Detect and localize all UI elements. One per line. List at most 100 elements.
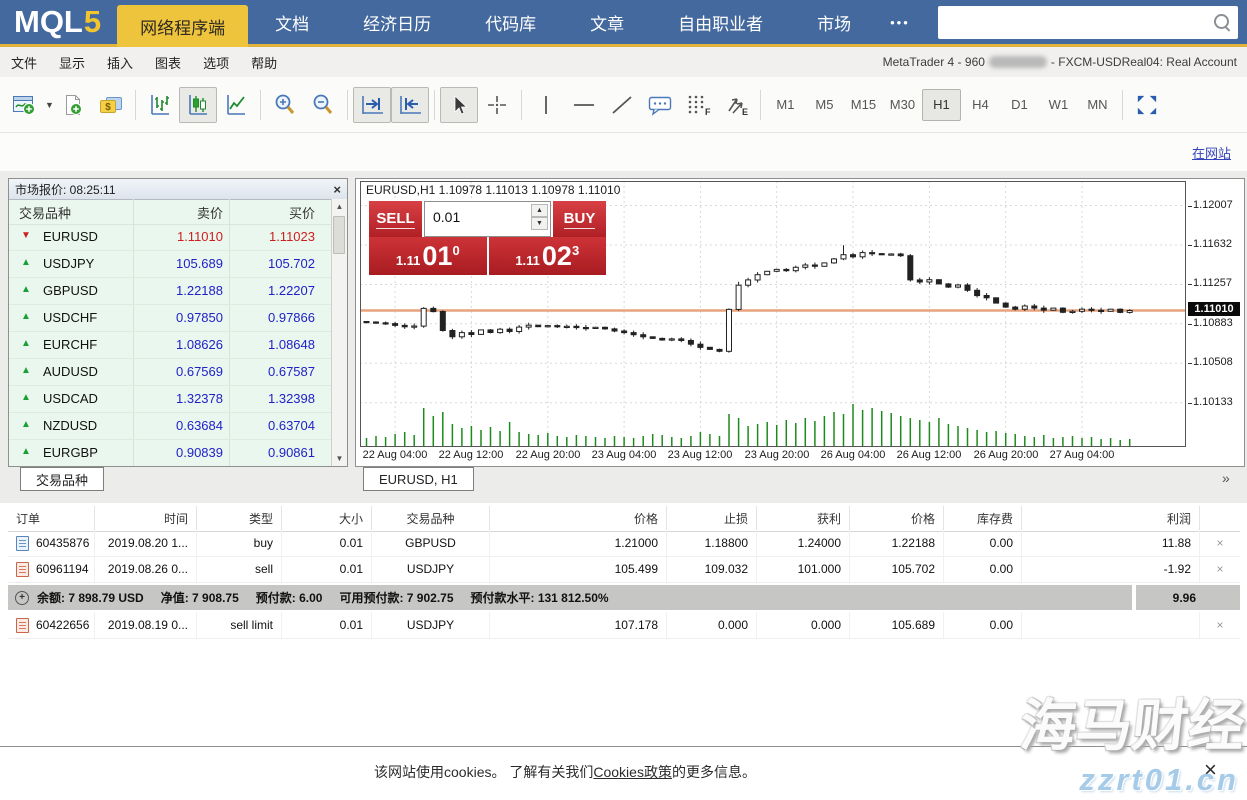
crosshair-button[interactable]: [478, 87, 516, 123]
menu-帮助[interactable]: 帮助: [240, 53, 288, 72]
search-box[interactable]: [938, 6, 1238, 39]
tabs-more-icon[interactable]: »: [1222, 470, 1230, 486]
orders-column-header[interactable]: 时间: [95, 506, 197, 531]
trendline-button[interactable]: [603, 87, 641, 123]
search-input[interactable]: [944, 10, 1206, 36]
chart-panel[interactable]: EURUSD,H1 1.10978 1.11013 1.10978 1.1101…: [355, 178, 1245, 467]
nav-item-经济日历[interactable]: 经济日历: [336, 0, 458, 44]
zoom-in-button[interactable]: [266, 87, 304, 123]
tab-chart-eurusd-h1[interactable]: EURUSD, H1: [363, 467, 474, 491]
close-order-icon[interactable]: ×: [1216, 562, 1223, 576]
nav-item-文章[interactable]: 文章: [563, 0, 651, 44]
menu-显示[interactable]: 显示: [48, 53, 96, 72]
timeframe-M15[interactable]: M15: [844, 89, 883, 121]
indicators-button[interactable]: F: [679, 87, 717, 123]
orders-column-header[interactable]: 获利: [757, 506, 850, 531]
candlestick-chart-button[interactable]: [179, 87, 217, 123]
market-watch-row-NZDUSD[interactable]: ▲NZDUSD0.636840.63704: [9, 413, 332, 440]
arrow-up-icon: ▲: [21, 257, 31, 268]
fullscreen-button[interactable]: [1128, 87, 1166, 123]
volume-increase-icon[interactable]: ▲: [531, 204, 548, 217]
cookies-policy-link[interactable]: Cookies政策: [593, 764, 672, 780]
nav-item-代码库[interactable]: 代码库: [458, 0, 563, 44]
nav-item-more[interactable]: •••: [878, 0, 922, 44]
market-watch-scrollbar[interactable]: ▲ ▼: [331, 199, 347, 466]
orders-column-header[interactable]: 价格: [490, 506, 667, 531]
objects-button[interactable]: E: [717, 87, 755, 123]
line-chart-button[interactable]: [217, 87, 255, 123]
horizontal-line-button[interactable]: [565, 87, 603, 123]
mql5-logo[interactable]: MQL 5: [0, 0, 117, 44]
orders-column-header[interactable]: 类型: [197, 506, 282, 531]
scrollbar-thumb[interactable]: [333, 216, 345, 254]
order-row-60435876[interactable]: 604358762019.08.20 1...buy0.01GBPUSD1.21…: [8, 530, 1240, 557]
expand-balance-icon[interactable]: +: [15, 591, 29, 605]
tab-market-watch[interactable]: 交易品种: [20, 467, 104, 491]
nav-item-文档[interactable]: 文档: [248, 0, 336, 44]
menu-图表[interactable]: 图表: [144, 53, 192, 72]
scroll-up-icon[interactable]: ▲: [332, 199, 347, 214]
text-label-button[interactable]: [641, 87, 679, 123]
orders-column-header[interactable]: 交易品种: [372, 506, 490, 531]
volume-input[interactable]: [431, 208, 525, 226]
orders-column-header[interactable]: [1200, 506, 1240, 531]
timeframe-H1[interactable]: H1: [922, 89, 961, 121]
buy-button[interactable]: BUY: [553, 201, 606, 237]
order-row-60422656[interactable]: 604226562019.08.19 0...sell limit0.01USD…: [8, 612, 1240, 639]
orders-column-header[interactable]: 止损: [667, 506, 757, 531]
timeframe-M30[interactable]: M30: [883, 89, 922, 121]
auto-scroll-button[interactable]: [353, 87, 391, 123]
new-chart-dropdown-caret[interactable]: ▼: [45, 100, 54, 110]
market-watch-row-USDCAD[interactable]: ▲USDCAD1.323781.32398: [9, 386, 332, 413]
orders-column-header[interactable]: 库存费: [944, 506, 1022, 531]
market-watch-row-GBPUSD[interactable]: ▲GBPUSD1.221881.22207: [9, 278, 332, 305]
nav-item-自由职业者[interactable]: 自由职业者: [651, 0, 790, 44]
cursor-button[interactable]: [440, 87, 478, 123]
orders-column-header[interactable]: 订单: [8, 506, 95, 531]
new-order-button[interactable]: [54, 87, 92, 123]
scroll-down-icon[interactable]: ▼: [332, 451, 347, 466]
close-order-icon[interactable]: ×: [1216, 536, 1223, 550]
orders-column-header[interactable]: 大小: [282, 506, 372, 531]
vertical-line-button[interactable]: [527, 87, 565, 123]
market-watch-row-EURUSD[interactable]: ▼EURUSD1.110101.11023: [9, 224, 332, 251]
volume-field[interactable]: ▲ ▼: [424, 201, 551, 237]
sell-price[interactable]: 1.11 01 0: [369, 237, 487, 275]
market-watch-row-USDCHF[interactable]: ▲USDCHF0.978500.97866: [9, 305, 332, 332]
market-watch-row-EURGBP[interactable]: ▲EURGBP0.908390.90861: [9, 440, 332, 467]
chart-shift-button[interactable]: [391, 87, 429, 123]
order-row-60961194[interactable]: 609611942019.08.26 0...sell0.01USDJPY105…: [8, 556, 1240, 583]
menu-文件[interactable]: 文件: [0, 53, 48, 72]
symbols-button[interactable]: $: [92, 87, 130, 123]
market-watch-row-EURCHF[interactable]: ▲EURCHF1.086261.08648: [9, 332, 332, 359]
nav-item-网络程序端[interactable]: 网络程序端: [117, 5, 248, 47]
orders-column-header[interactable]: 利润: [1022, 506, 1200, 531]
cookie-close-icon[interactable]: ×: [1204, 757, 1217, 783]
market-watch-row-AUDUSD[interactable]: ▲AUDUSD0.675690.67587: [9, 359, 332, 386]
column-sell[interactable]: 卖价: [197, 203, 223, 222]
timeframe-M1[interactable]: M1: [766, 89, 805, 121]
timeframe-D1[interactable]: D1: [1000, 89, 1039, 121]
market-watch-titlebar[interactable]: 市场报价: 08:25:11 ×: [9, 179, 347, 200]
market-watch-close-icon[interactable]: ×: [333, 183, 341, 196]
nav-item-市场[interactable]: 市场: [790, 0, 878, 44]
market-watch-row-USDJPY[interactable]: ▲USDJPY105.689105.702: [9, 251, 332, 278]
orders-column-header[interactable]: 价格: [850, 506, 944, 531]
sell-button[interactable]: SELL: [369, 201, 422, 237]
timeframe-MN[interactable]: MN: [1078, 89, 1117, 121]
menu-插入[interactable]: 插入: [96, 53, 144, 72]
column-symbol[interactable]: 交易品种: [19, 203, 71, 222]
volume-decrease-icon[interactable]: ▼: [531, 217, 548, 230]
new-chart-button[interactable]: [6, 87, 44, 123]
bar-chart-button[interactable]: [141, 87, 179, 123]
timeframe-H4[interactable]: H4: [961, 89, 1000, 121]
search-icon[interactable]: [1214, 14, 1229, 29]
on-website-link[interactable]: 在网站: [1192, 143, 1231, 162]
close-order-icon[interactable]: ×: [1216, 618, 1223, 632]
menu-选项[interactable]: 选项: [192, 53, 240, 72]
buy-price[interactable]: 1.11 02 3: [489, 237, 607, 275]
column-buy[interactable]: 买价: [289, 203, 315, 222]
zoom-out-button[interactable]: [304, 87, 342, 123]
timeframe-W1[interactable]: W1: [1039, 89, 1078, 121]
timeframe-M5[interactable]: M5: [805, 89, 844, 121]
